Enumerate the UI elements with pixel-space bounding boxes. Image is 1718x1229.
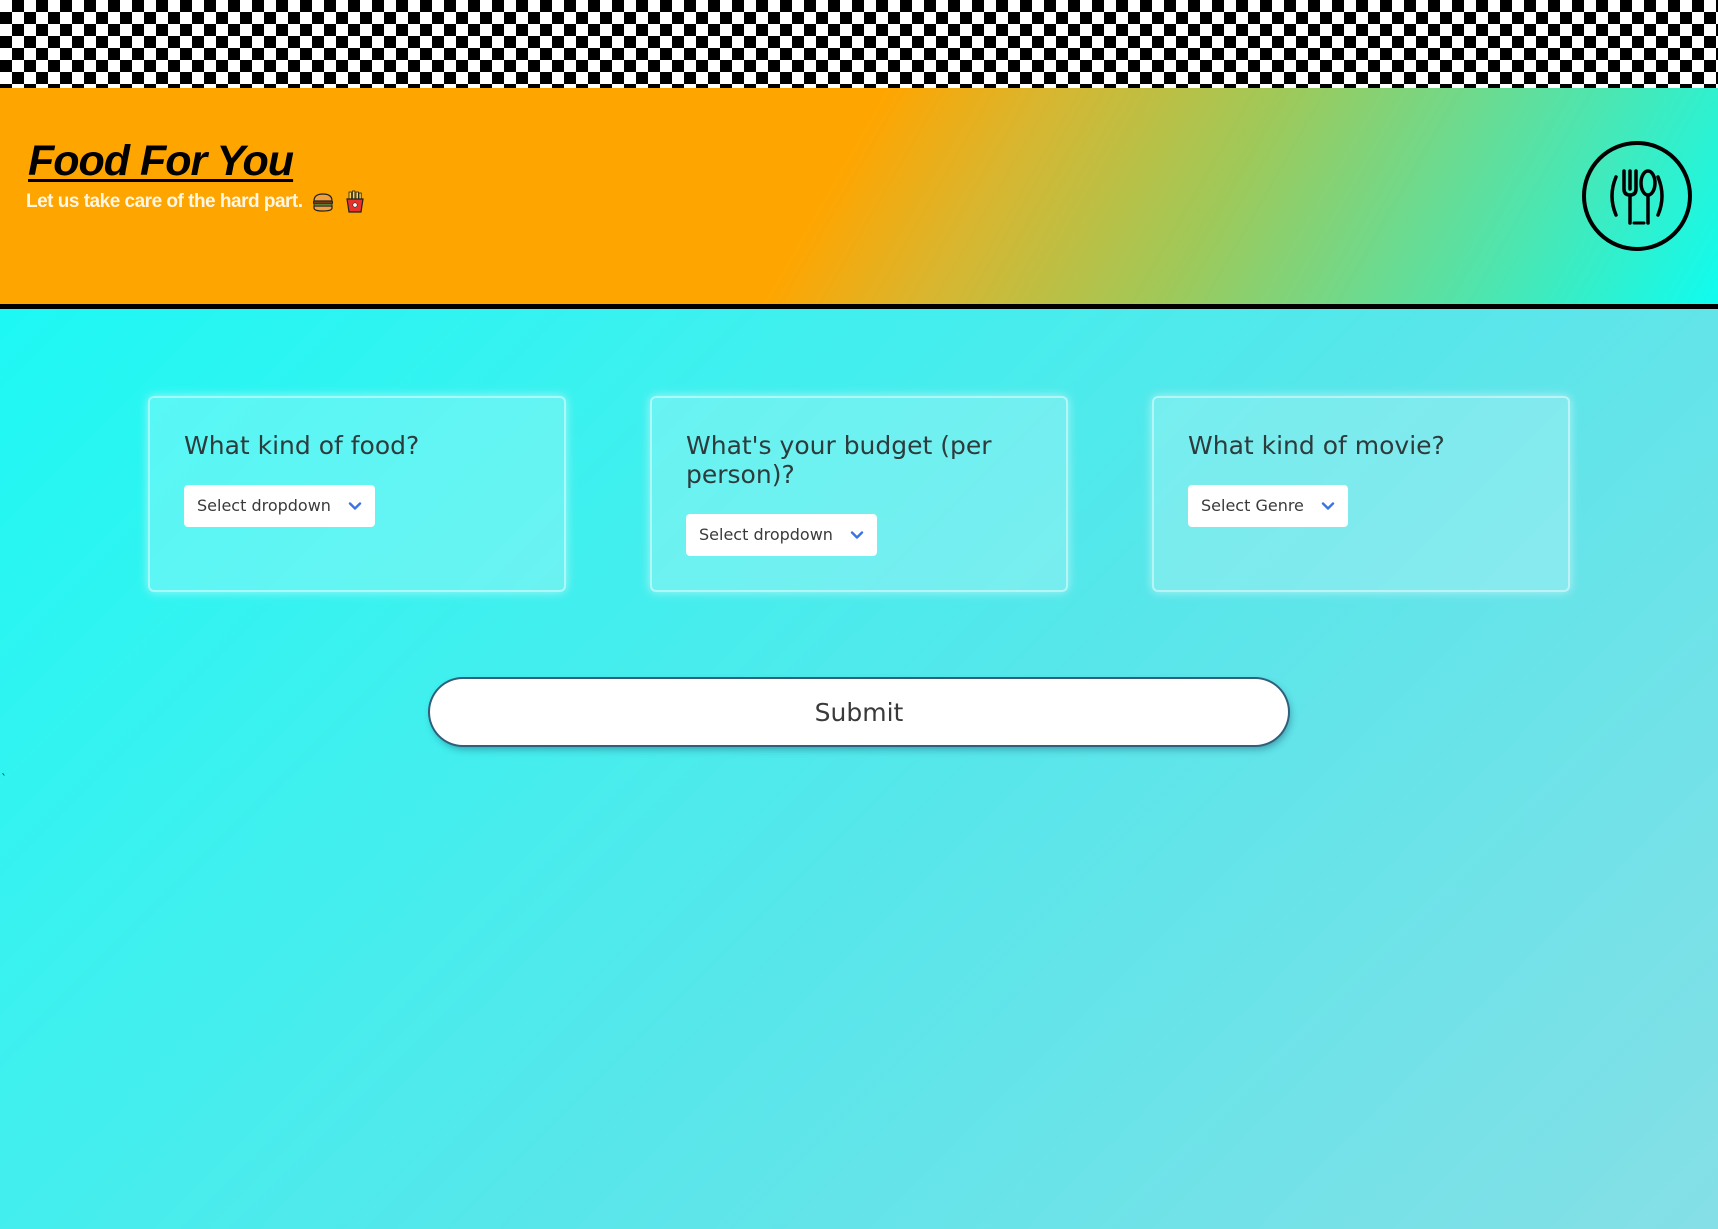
budget-question-label: What's your budget (per person)? (686, 431, 992, 489)
movie-select-value: Select Genre (1201, 496, 1304, 516)
budget-select[interactable]: Select dropdown (686, 513, 877, 556)
header-hero: Food For You Let us take care of the har… (0, 88, 1718, 309)
fork-spoon-plate-icon[interactable] (1582, 141, 1692, 251)
stray-backtick: ` (1, 772, 7, 786)
movie-genre-select[interactable]: Select Genre (1188, 484, 1348, 527)
food-question-label: What kind of food? (184, 431, 420, 460)
food-select-value: Select dropdown (197, 496, 331, 516)
burger-emoji-icon (311, 190, 335, 214)
tagline-text: Let us take care of the hard part. (26, 191, 303, 212)
budget-question-card: What's your budget (per person)? Select … (650, 396, 1068, 592)
food-select[interactable]: Select dropdown (184, 484, 375, 527)
chevron-down-icon (347, 498, 363, 514)
chevron-down-icon (1320, 498, 1336, 514)
submit-button[interactable]: Submit (430, 679, 1288, 745)
tagline: Let us take care of the hard part. (26, 190, 367, 214)
fries-emoji-icon (343, 190, 367, 214)
food-question-card: What kind of food? Select dropdown (148, 396, 566, 592)
site-title[interactable]: Food For You (28, 140, 294, 183)
budget-select-value: Select dropdown (699, 525, 833, 544)
checkered-banner (0, 0, 1718, 88)
movie-question-card: What kind of movie? Select Genre (1152, 396, 1570, 592)
chevron-down-icon (849, 527, 865, 543)
movie-question-label: What kind of movie? (1188, 431, 1445, 460)
